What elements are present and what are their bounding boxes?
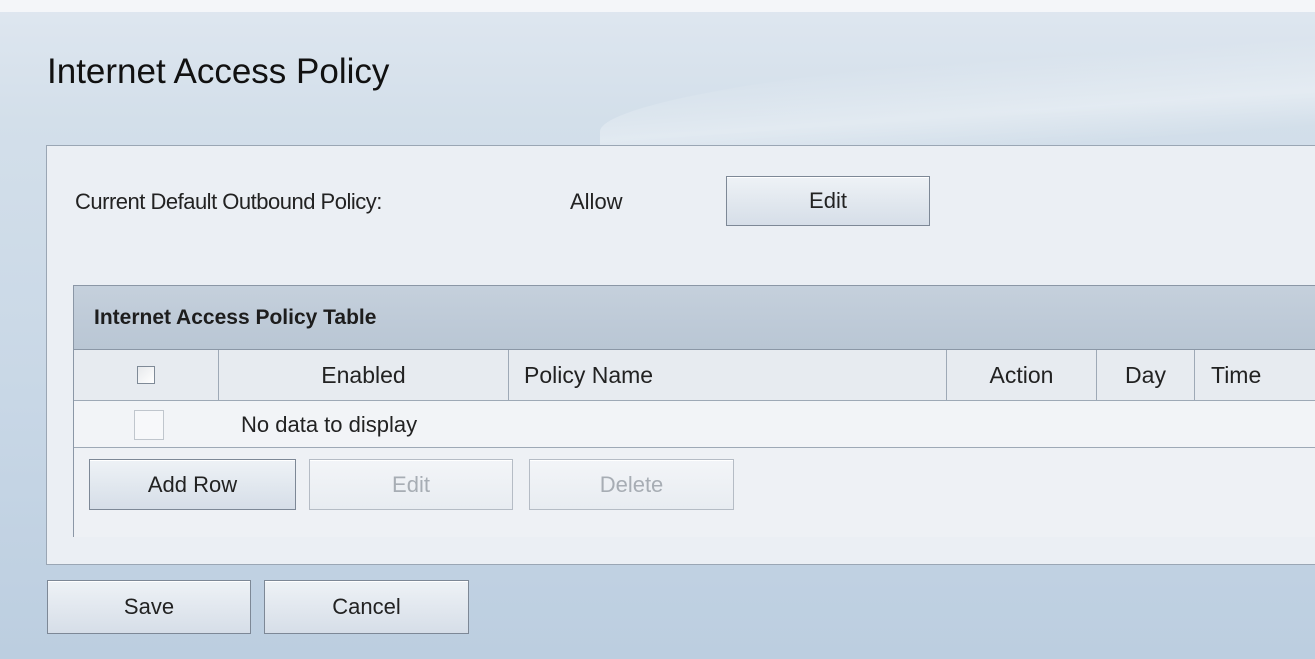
column-header-action[interactable]: Action	[947, 350, 1097, 401]
default-policy-row: Current Default Outbound Policy:	[75, 180, 382, 224]
edit-default-policy-button[interactable]: Edit	[726, 176, 930, 226]
column-header-time[interactable]: Time	[1195, 350, 1315, 401]
select-all-checkbox[interactable]	[137, 366, 155, 384]
edit-row-button[interactable]: Edit	[309, 459, 513, 510]
top-band	[0, 0, 1315, 12]
table-row: No data to display	[74, 401, 1315, 448]
cancel-button[interactable]: Cancel	[264, 580, 469, 634]
delete-row-button[interactable]: Delete	[529, 459, 734, 510]
table-caption: Internet Access Policy Table	[74, 286, 1315, 350]
add-row-button[interactable]: Add Row	[89, 459, 296, 510]
default-policy-value: Allow	[570, 189, 623, 214]
page-title: Internet Access Policy	[47, 52, 390, 91]
column-header-enabled[interactable]: Enabled	[219, 350, 509, 401]
default-policy-label: Current Default Outbound Policy:	[75, 189, 382, 214]
column-header-policy-name[interactable]: Policy Name	[509, 350, 947, 401]
table-button-row: Add Row Edit Delete	[74, 448, 1315, 537]
policy-table: Internet Access Policy Table Enabled Pol…	[73, 285, 1315, 537]
select-all-header	[74, 350, 219, 401]
empty-message: No data to display	[241, 412, 418, 437]
save-button[interactable]: Save	[47, 580, 251, 634]
row-checkbox	[134, 410, 164, 440]
column-header-day[interactable]: Day	[1097, 350, 1195, 401]
